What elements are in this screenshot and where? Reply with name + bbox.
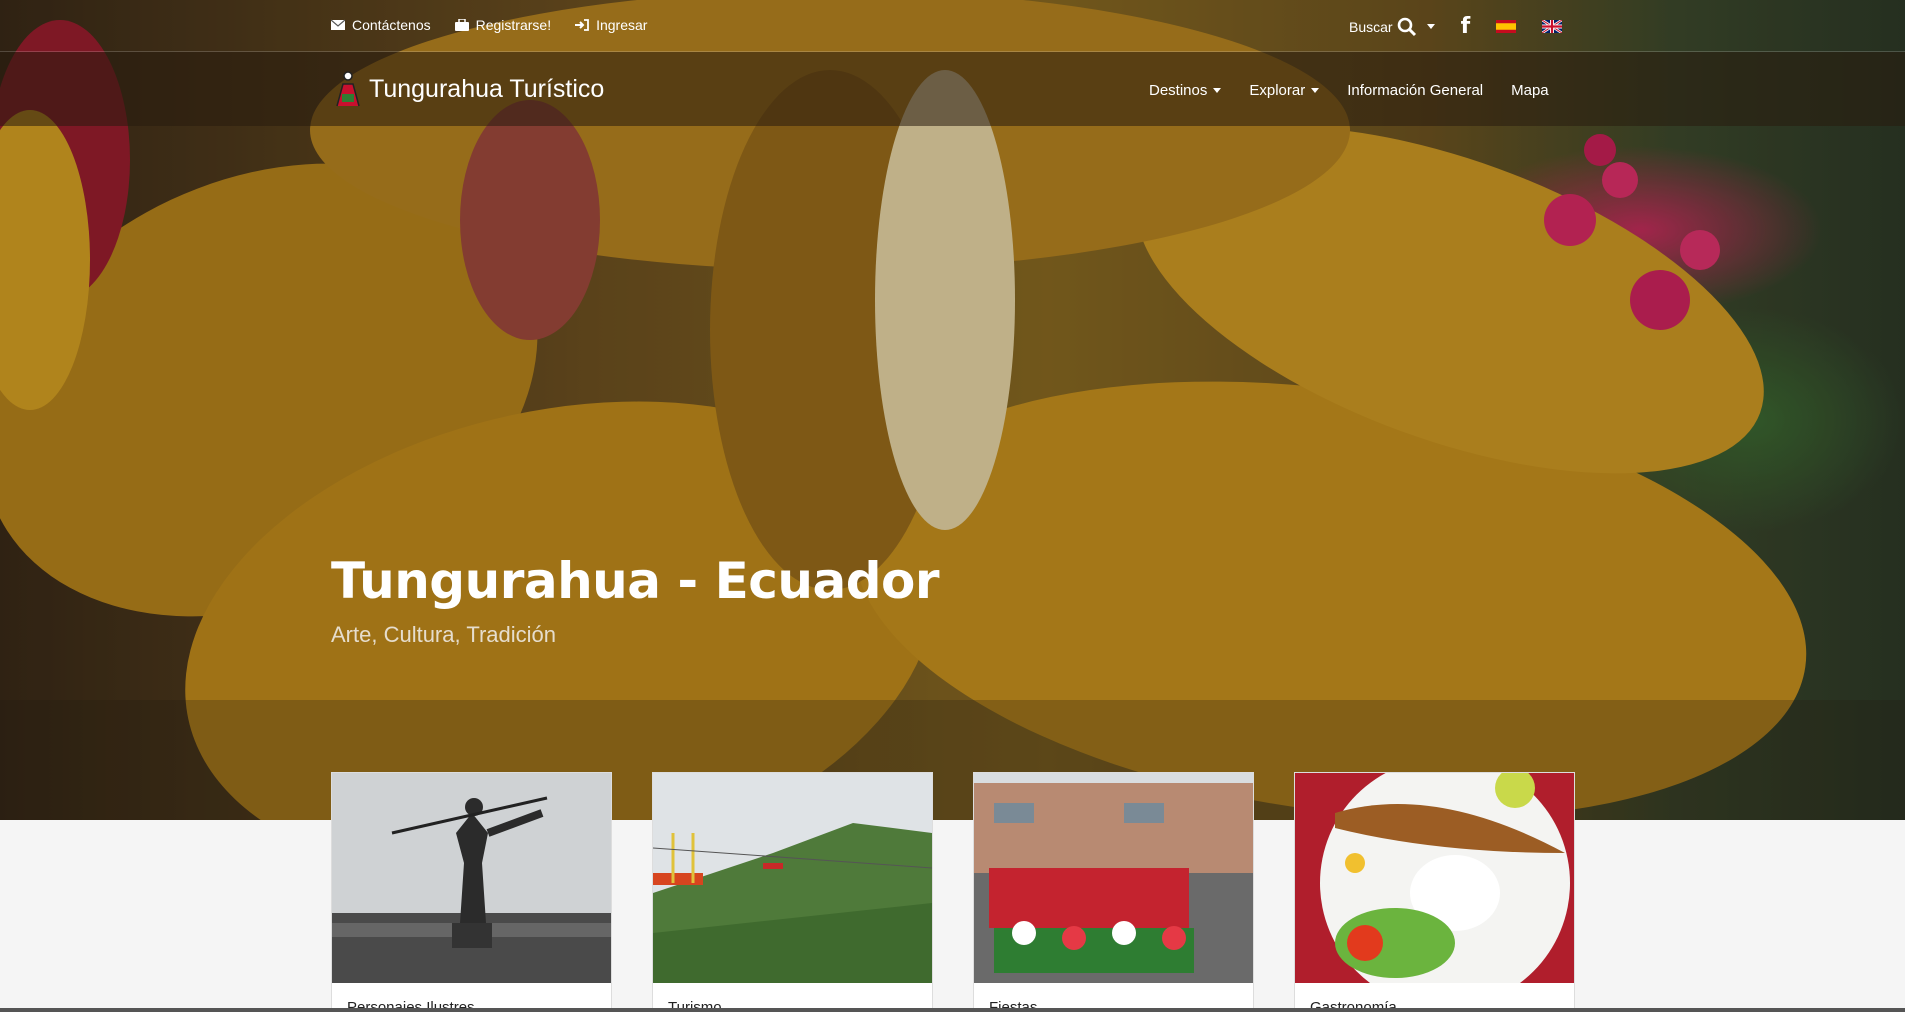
sign-in-icon (575, 19, 589, 31)
nav-mapa-label: Mapa (1511, 82, 1549, 99)
nav-explorar-label: Explorar (1249, 82, 1306, 99)
contact-link-label: Contáctenos (352, 17, 431, 33)
chevron-down-icon (1213, 88, 1222, 93)
nav-destinos-label: Destinos (1149, 82, 1208, 99)
nav-mapa[interactable]: Mapa (1511, 82, 1549, 99)
card-turismo[interactable]: Turismo (652, 772, 933, 1012)
contact-link[interactable]: Contáctenos (331, 17, 431, 33)
spanish-flag-icon[interactable] (1496, 20, 1517, 33)
briefcase-icon (454, 19, 469, 31)
search-icon (1397, 17, 1416, 36)
card-personajes-ilustres[interactable]: Personajes Ilustres (331, 772, 612, 1012)
hero-subtitle: Arte, Cultura, Tradición (331, 622, 556, 647)
main-navbar: Tungurahua Turístico Destinos Explorar I… (0, 52, 1905, 126)
login-link[interactable]: Ingresar (575, 17, 647, 33)
register-link-label: Registrarse! (475, 17, 552, 33)
brand-name: Tungurahua Turístico (369, 74, 605, 103)
hero-title: Tungurahua - Ecuador (331, 552, 940, 610)
search-label: Buscar (1349, 18, 1393, 35)
parade-image (974, 773, 1253, 983)
register-link[interactable]: Registrarse! (454, 17, 552, 33)
bottom-edge (0, 1008, 1905, 1012)
brand-logo-icon (336, 71, 360, 107)
chevron-down-icon (1426, 24, 1435, 29)
nav-explorar[interactable]: Explorar (1249, 82, 1320, 99)
search-dropdown[interactable]: Buscar (1349, 17, 1435, 37)
card-fiestas[interactable]: Fiestas (973, 772, 1254, 1012)
nav-informacion-general[interactable]: Información General (1347, 82, 1483, 99)
login-link-label: Ingresar (596, 17, 648, 33)
nav-destinos[interactable]: Destinos (1149, 82, 1222, 99)
card-gastronomia[interactable]: Gastronomía (1294, 772, 1575, 1012)
english-flag-icon[interactable] (1542, 20, 1563, 33)
zipline-image (653, 773, 932, 983)
statue-image (332, 773, 611, 983)
envelope-icon (331, 19, 345, 30)
category-cards: Personajes Ilustres Turismo Fiestas Gast… (331, 772, 1575, 1012)
top-bar: Contáctenos Registrarse! Ingresar Buscar… (0, 0, 1905, 52)
brand-link[interactable]: Tungurahua Turístico (333, 70, 604, 108)
facebook-icon[interactable]: f (1461, 14, 1471, 39)
nav-informacion-general-label: Información General (1347, 82, 1484, 99)
fish-plate-image (1295, 773, 1574, 983)
chevron-down-icon (1311, 88, 1320, 93)
